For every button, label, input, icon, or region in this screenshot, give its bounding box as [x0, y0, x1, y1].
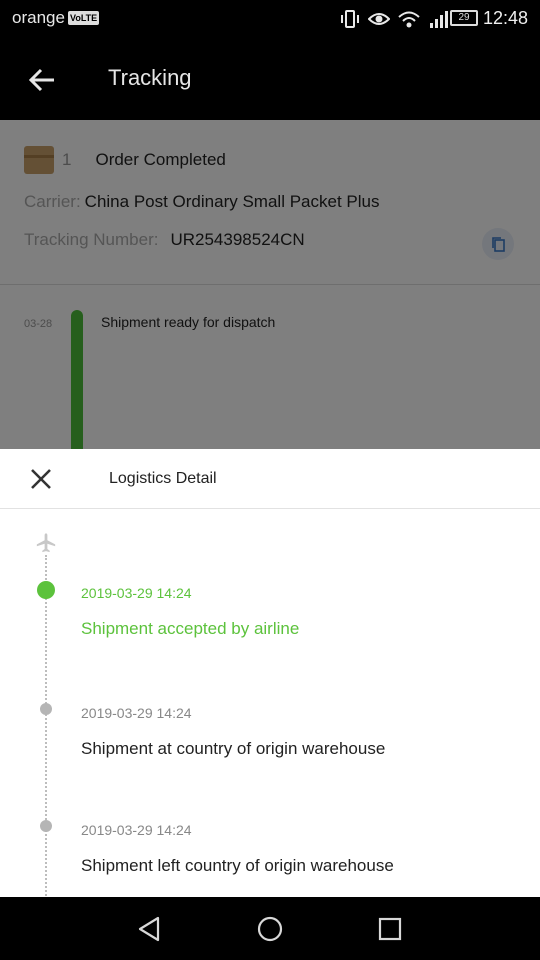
modal-overlay[interactable] [0, 120, 540, 450]
home-circle-icon[interactable] [256, 915, 284, 943]
status-time: 12:48 [482, 8, 528, 28]
page-title: Tracking [108, 65, 192, 90]
carrier-name: orange [12, 8, 65, 27]
close-icon[interactable] [28, 466, 54, 492]
system-nav-bar [0, 897, 540, 960]
app-bar: Tracking [0, 38, 540, 120]
event-description: Shipment left country of origin warehous… [81, 856, 394, 875]
recents-square-icon[interactable] [376, 915, 404, 943]
battery-icon: 29 [450, 10, 478, 26]
status-bar: orange VoLTE 29 12:48 [0, 0, 540, 38]
eye-icon [368, 13, 390, 25]
status-icons [340, 9, 450, 29]
event-dot [40, 703, 52, 715]
event-dot-active [37, 581, 55, 599]
logistics-detail-sheet: Logistics Detail 2019-03-29 14:24 Shipme… [0, 449, 540, 897]
signal-icon [430, 11, 448, 28]
event-description: Shipment at country of origin warehouse [81, 739, 386, 758]
arrow-left-icon[interactable] [26, 64, 58, 96]
volte-badge: VoLTE [68, 11, 100, 25]
wifi-icon [398, 11, 420, 28]
sheet-title: Logistics Detail [109, 470, 217, 487]
event-time: 2019-03-29 14:24 [81, 705, 192, 721]
battery-level: 29 [458, 12, 470, 23]
event-description: Shipment accepted by airline [81, 619, 300, 638]
event-time: 2019-03-29 14:24 [81, 585, 192, 601]
sheet-header: Logistics Detail [0, 449, 540, 509]
event-dot [40, 820, 52, 832]
back-triangle-icon[interactable] [136, 915, 164, 943]
vibrate-icon [341, 10, 359, 28]
timeline-line [45, 555, 47, 897]
airplane-icon [36, 533, 56, 553]
event-time: 2019-03-29 14:24 [81, 822, 192, 838]
